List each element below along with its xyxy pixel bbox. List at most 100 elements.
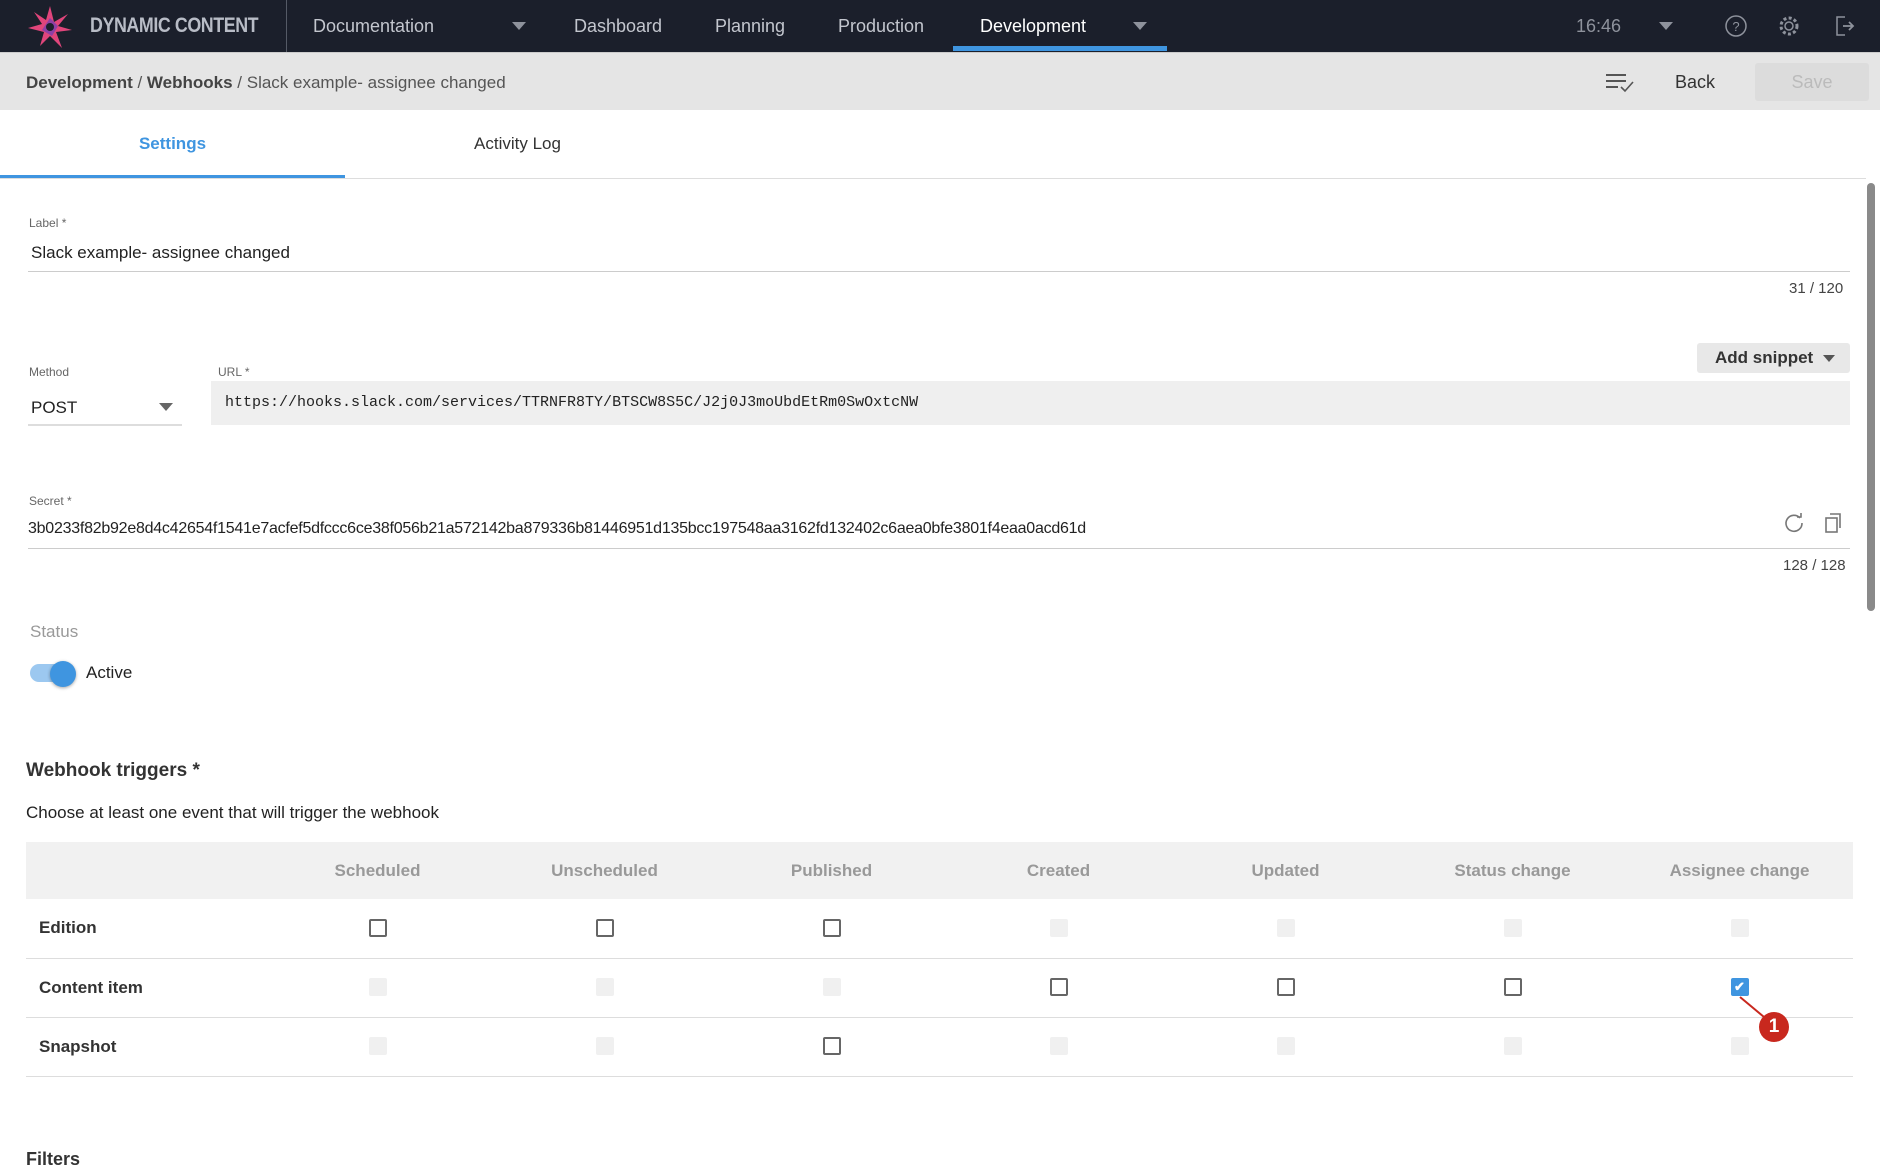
checkbox	[595, 1037, 614, 1056]
table-header: Scheduled Unscheduled Published Created Upda…	[26, 842, 1853, 899]
table-cell	[718, 899, 945, 959]
active-tab-indicator	[953, 46, 1167, 51]
tab-activity-log[interactable]: Activity Log	[345, 110, 690, 178]
checkbox[interactable]	[1049, 978, 1068, 997]
brand-name: DYNAMIC CONTENT	[90, 14, 259, 37]
chevron-down-icon[interactable]	[159, 403, 173, 411]
header-empty	[26, 842, 264, 899]
breadcrumb-current: Slack example- assignee changed	[246, 73, 506, 92]
table-cell	[264, 1017, 491, 1077]
checkbox-checked[interactable]: ✔	[1730, 978, 1749, 997]
table-cell	[264, 899, 491, 959]
label-field-label: Label *	[29, 216, 67, 230]
url-label: URL *	[218, 365, 250, 379]
secret-label: Secret *	[29, 494, 72, 508]
nav-development[interactable]: Development	[980, 16, 1086, 37]
column-header: Created	[945, 842, 1172, 899]
method-select[interactable]: POST	[31, 398, 77, 418]
column-header: Updated	[1172, 842, 1399, 899]
column-header: Status change	[1399, 842, 1626, 899]
table-cell	[718, 958, 945, 1018]
chevron-down-icon[interactable]	[512, 22, 526, 30]
label-input[interactable]: Slack example- assignee changed	[31, 243, 1851, 263]
table-cell	[1626, 899, 1853, 959]
breadcrumb-bar: Development / Webhooks / Slack example- …	[0, 52, 1880, 110]
checkbox	[595, 978, 614, 997]
checkbox	[1276, 919, 1295, 938]
annotation-line	[1739, 996, 1765, 1018]
breadcrumb-development[interactable]: Development	[26, 73, 133, 92]
chevron-down-icon[interactable]	[1659, 22, 1673, 30]
table-cell	[1172, 1017, 1399, 1077]
row-label: Content item	[26, 958, 264, 1018]
table-cell	[264, 958, 491, 1018]
back-button[interactable]: Back	[1675, 72, 1715, 93]
checkbox[interactable]	[822, 1037, 841, 1056]
gear-icon[interactable]	[1777, 14, 1801, 38]
checkbox	[1730, 1037, 1749, 1056]
chevron-down-icon[interactable]	[1133, 22, 1147, 30]
table-cell	[718, 1017, 945, 1077]
checkbox	[1503, 919, 1522, 938]
checkbox[interactable]	[1276, 978, 1295, 997]
divider	[28, 424, 182, 426]
secret-input[interactable]: 3b0233f82b92e8d4c42654f1541e7acfef5dfccc…	[28, 520, 1086, 538]
chevron-down-icon	[1823, 355, 1835, 362]
row-label: Edition	[26, 899, 264, 959]
breadcrumb: Development / Webhooks / Slack example- …	[26, 73, 506, 92]
label-char-counter: 31 / 120	[1789, 280, 1844, 297]
toggle-knob[interactable]	[50, 661, 76, 687]
breadcrumb-webhooks[interactable]: Webhooks	[147, 73, 233, 92]
clock: 16:46	[1576, 16, 1622, 36]
table-cell	[1172, 958, 1399, 1018]
copy-icon[interactable]	[1824, 512, 1844, 534]
divider	[28, 271, 1850, 272]
divider	[28, 548, 1850, 549]
column-header: Unscheduled	[491, 842, 718, 899]
table-cell	[945, 899, 1172, 959]
checkbox[interactable]	[822, 919, 841, 938]
help-icon[interactable]: ?	[1724, 14, 1748, 38]
scrollbar[interactable]	[1867, 183, 1875, 611]
nav-production[interactable]: Production	[838, 16, 924, 37]
refresh-icon[interactable]	[1783, 512, 1805, 534]
add-snippet-button[interactable]: Add snippet	[1697, 343, 1850, 373]
table-cell	[1399, 899, 1626, 959]
checkbox[interactable]	[368, 919, 387, 938]
table-cell	[1626, 1017, 1853, 1077]
status-label: Status	[30, 622, 79, 641]
url-input[interactable]: https://hooks.slack.com/services/TTRNFR8…	[211, 381, 1850, 425]
nav-dashboard[interactable]: Dashboard	[574, 16, 662, 37]
checkbox[interactable]	[595, 919, 614, 938]
table-cell	[491, 899, 718, 959]
top-nav: DYNAMIC CONTENT Documentation Dashboard …	[0, 0, 1880, 52]
nav-planning[interactable]: Planning	[715, 16, 785, 37]
checkbox	[1049, 919, 1068, 938]
status-value: Active	[86, 663, 133, 682]
save-button[interactable]: Save	[1755, 63, 1869, 101]
table-cell	[1399, 1017, 1626, 1077]
checklist-icon[interactable]	[1604, 70, 1636, 94]
hub-selector[interactable]: Documentation	[313, 16, 434, 37]
table-cell	[945, 1017, 1172, 1077]
column-header: Scheduled	[264, 842, 491, 899]
table-cell	[1172, 899, 1399, 959]
table-cell	[491, 958, 718, 1018]
checkbox	[1503, 1037, 1522, 1056]
triggers-title: Webhook triggers *	[26, 760, 200, 781]
checkbox	[1730, 919, 1749, 938]
table-cell	[491, 1017, 718, 1077]
triggers-subtitle: Choose at least one event that will trig…	[26, 803, 439, 822]
filters-title: Filters	[26, 1149, 81, 1169]
add-snippet-label: Add snippet	[1715, 348, 1814, 367]
checkbox	[1049, 1037, 1068, 1056]
table-row: Snapshot	[26, 1017, 1853, 1077]
column-header: Assignee change	[1626, 842, 1853, 899]
tab-settings[interactable]: Settings	[0, 110, 345, 178]
checkbox[interactable]	[1503, 978, 1522, 997]
logo-icon	[28, 6, 72, 48]
checkbox	[822, 978, 841, 997]
logout-icon[interactable]	[1832, 14, 1856, 38]
divider	[286, 0, 287, 52]
table-row: Edition	[26, 899, 1853, 959]
